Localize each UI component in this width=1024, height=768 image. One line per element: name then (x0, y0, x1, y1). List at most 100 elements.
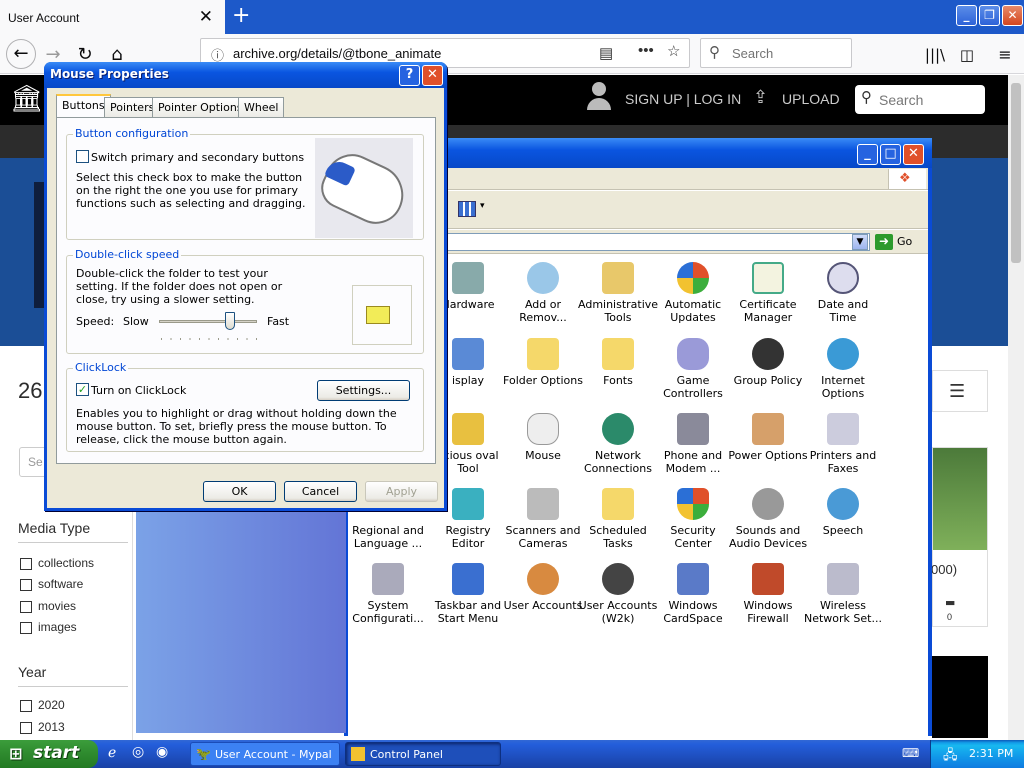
cp-item-wireless[interactable]: Wireless Network Set... (803, 563, 883, 625)
user-avatar-icon[interactable] (586, 82, 612, 114)
facet-checkbox[interactable] (20, 558, 32, 570)
clock[interactable]: 2:31 PM (969, 747, 1013, 760)
task-user-account[interactable]: 🦖 User Account - Mypal (190, 742, 340, 766)
close-browser-button[interactable]: ✕ (1002, 5, 1023, 26)
cp-item-group-policy[interactable]: Group Policy (728, 338, 808, 387)
dialog-close-button[interactable]: ✕ (422, 65, 443, 86)
maximize-button[interactable]: □ (880, 144, 901, 165)
cp-item-label: Network Connections (584, 449, 652, 475)
cp-item-mouse[interactable]: Mouse (503, 413, 583, 462)
facet-label[interactable]: collections (38, 556, 94, 570)
facet-label[interactable]: images (38, 620, 77, 634)
ie-icon[interactable]: ℯ (108, 745, 116, 761)
cp-item-admin-tools[interactable]: Administrative Tools (578, 262, 658, 324)
switch-buttons-label[interactable]: Switch primary and secondary buttons (91, 151, 304, 164)
cp-item-auto-updates[interactable]: Automatic Updates (653, 262, 733, 324)
browser-search-field[interactable]: ⚲ Search (700, 38, 852, 68)
start-button[interactable]: ⊞ start (0, 740, 98, 768)
facet-label[interactable]: 2020 (38, 698, 65, 712)
cp-item-speech[interactable]: Speech (803, 488, 883, 537)
quicklaunch-browser-icon[interactable]: ◎ (132, 744, 144, 760)
ok-button[interactable]: OK (203, 481, 276, 502)
go-arrow-icon[interactable]: ➜ (875, 234, 893, 250)
facet-checkbox[interactable] (20, 579, 32, 591)
cp-item-firewall[interactable]: Windows Firewall (728, 563, 808, 625)
help-button[interactable]: ? (399, 65, 420, 86)
upload-icon[interactable]: ⇪ (753, 87, 768, 108)
chevron-down-icon[interactable]: ▾ (480, 201, 485, 211)
cp-item-system-config[interactable]: System Configurati... (348, 563, 428, 625)
apply-button[interactable]: Apply (365, 481, 438, 502)
restore-browser-button[interactable]: ❐ (979, 5, 1000, 26)
start-label: start (33, 743, 80, 763)
reader-view-icon[interactable]: ▤ (599, 44, 613, 62)
cancel-button[interactable]: Cancel (284, 481, 357, 502)
views-icon[interactable] (458, 201, 476, 217)
cp-item-user-accounts[interactable]: User Accounts (503, 563, 583, 612)
page-scrollbar[interactable] (1008, 75, 1024, 740)
cp-item-folder-options[interactable]: Folder Options (503, 338, 583, 387)
media-player-icon[interactable]: ◉ (156, 744, 168, 760)
facet-checkbox[interactable] (20, 601, 32, 613)
dialog-titlebar[interactable]: Mouse Properties ? ✕ (44, 62, 447, 88)
close-button[interactable]: ✕ (903, 144, 924, 165)
minimize-button[interactable]: _ (857, 144, 878, 165)
address-dropdown-icon[interactable]: ▼ (852, 234, 868, 250)
clicklock-settings-button[interactable]: Settings... (317, 380, 410, 401)
cp-item-network[interactable]: Network Connections (578, 413, 658, 475)
facet-checkbox[interactable] (20, 622, 32, 634)
switch-buttons-checkbox[interactable] (76, 150, 89, 163)
menu-icon[interactable]: ≡ (992, 42, 1018, 68)
back-arrow-icon[interactable]: ← (6, 39, 36, 69)
go-button[interactable]: Go (897, 235, 912, 248)
keyboard-icon[interactable]: ⌨ (902, 746, 919, 760)
cp-item-add-remove[interactable]: Add or Remov... (503, 262, 583, 324)
test-folder-area[interactable] (352, 285, 412, 345)
cp-item-power-options[interactable]: Power Options (728, 413, 808, 462)
upload-link[interactable]: UPLOAD (782, 91, 840, 107)
page-actions-icon[interactable]: ••• (638, 42, 654, 59)
signup-login-link[interactable]: SIGN UP | LOG IN (625, 91, 741, 107)
tab-buttons[interactable]: Buttons (56, 94, 111, 117)
cp-item-user-accounts-w2k[interactable]: User Accounts (W2k) (578, 563, 658, 625)
speed-slider-track[interactable] (159, 320, 257, 323)
speed-slider-thumb[interactable] (224, 312, 235, 330)
cp-item-sounds[interactable]: Sounds and Audio Devices (728, 488, 808, 550)
close-tab-icon[interactable]: ✕ (199, 7, 213, 27)
clicklock-checkbox[interactable]: ✓ (76, 383, 89, 396)
site-search-input[interactable]: ⚲ Search (855, 85, 985, 114)
cp-item-printers[interactable]: Printers and Faxes (803, 413, 883, 475)
facet-checkbox[interactable] (20, 722, 32, 734)
tab-wheel[interactable]: Wheel (238, 97, 285, 117)
media-type-heading: Media Type (18, 520, 91, 536)
clicklock-check-label[interactable]: Turn on ClickLock (91, 384, 186, 397)
facet-label[interactable]: software (38, 577, 83, 591)
bookmark-star-icon[interactable]: ☆ (667, 42, 680, 60)
cp-item-scheduled-tasks[interactable]: Scheduled Tasks (578, 488, 658, 550)
cp-item-game-controllers[interactable]: Game Controllers (653, 338, 733, 400)
cp-item-scanners[interactable]: Scanners and Cameras (503, 488, 583, 550)
archive-logo-icon[interactable]: 🏛 (10, 84, 43, 114)
cp-item-taskbar[interactable]: Taskbar and Start Menu (428, 563, 508, 625)
item-thumbnail-dark[interactable] (932, 656, 988, 738)
browser-tab[interactable]: User Account ✕ (0, 0, 225, 34)
tab-pointer-options[interactable]: Pointer Options (152, 97, 249, 117)
cp-item-cardspace[interactable]: Windows CardSpace (653, 563, 733, 625)
facet-label[interactable]: movies (38, 599, 76, 613)
facet-checkbox[interactable] (20, 700, 32, 712)
library-icon[interactable]: |||\ (922, 42, 948, 68)
cp-item-phone-modem[interactable]: Phone and Modem ... (653, 413, 733, 475)
cp-item-date-time[interactable]: Date and Time (803, 262, 883, 324)
facet-label[interactable]: 2013 (38, 720, 65, 734)
network-tray-icon[interactable]: 🖧 (943, 746, 958, 768)
sidebar-icon[interactable]: ◫ (954, 42, 980, 68)
cp-item-internet-options[interactable]: Internet Options (803, 338, 883, 400)
item-card[interactable]: 000) ▬ 0 (931, 447, 988, 627)
cp-item-fonts[interactable]: Fonts (578, 338, 658, 387)
cp-item-security-center[interactable]: Security Center (653, 488, 733, 550)
task-control-panel[interactable]: Control Panel (345, 742, 501, 766)
list-view-toggle[interactable]: ☰ (932, 370, 988, 412)
cp-item-cert-manager[interactable]: Certificate Manager (728, 262, 808, 324)
new-tab-icon[interactable]: + (232, 3, 250, 28)
minimize-browser-button[interactable]: _ (956, 5, 977, 26)
